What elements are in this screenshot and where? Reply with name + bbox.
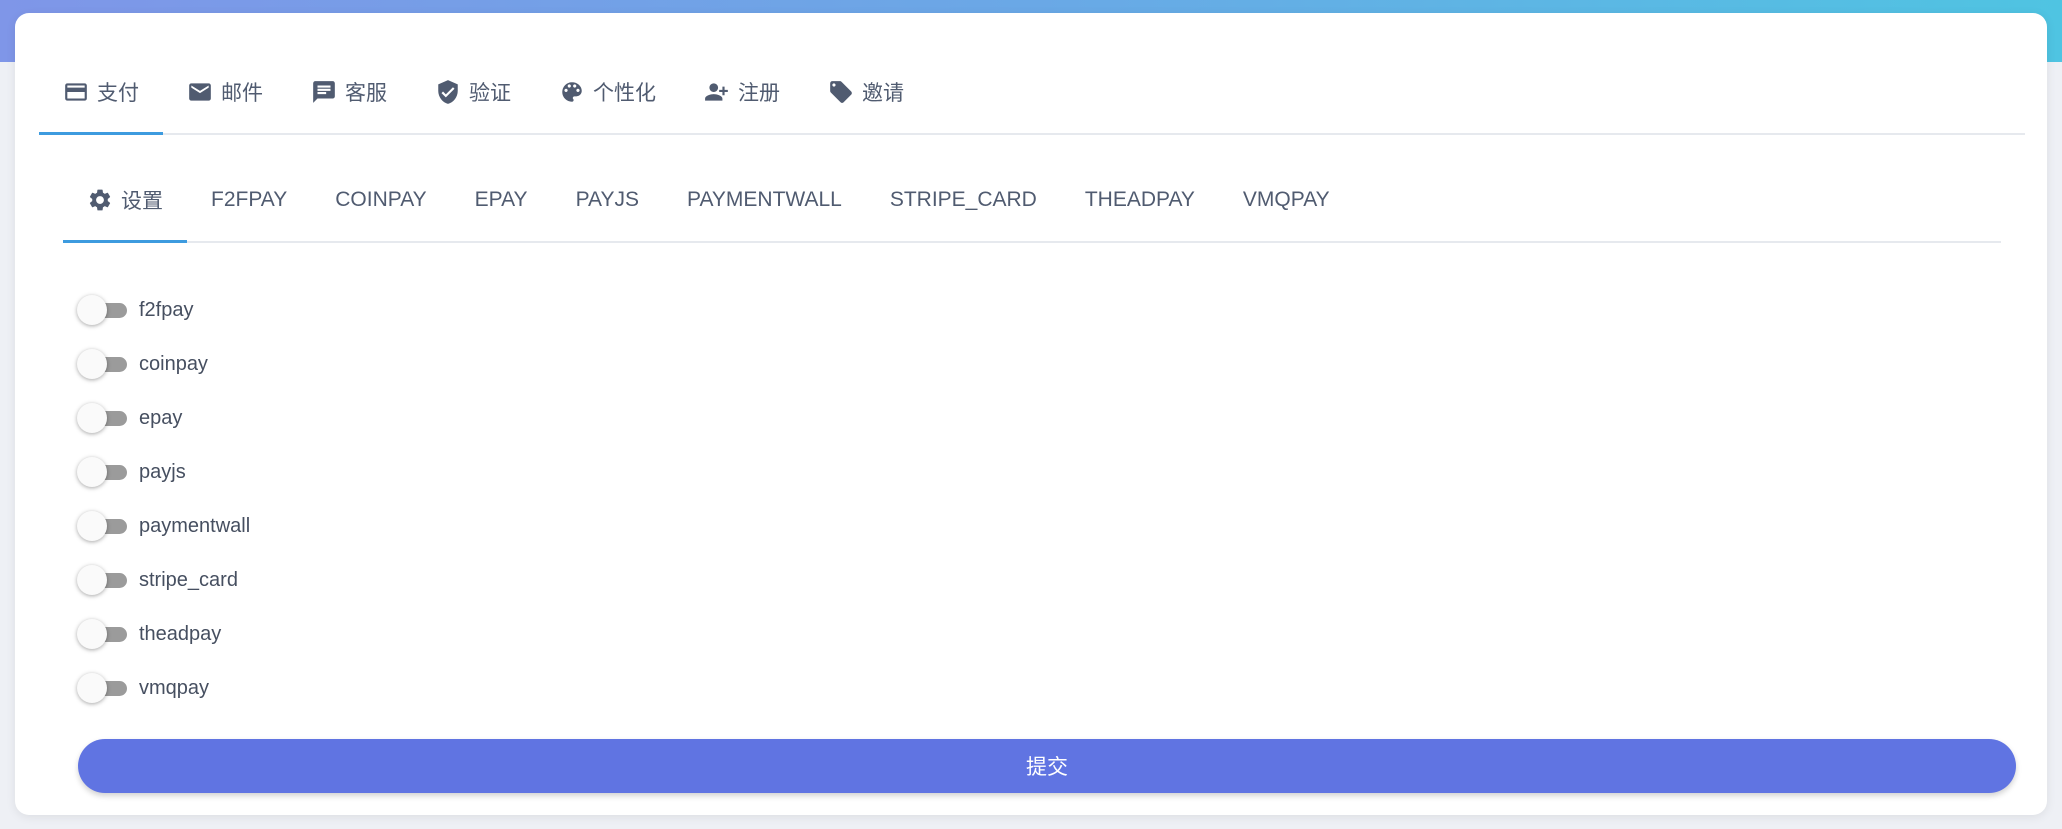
tab-label: 注册 [738,82,780,105]
toggle-knob [77,673,107,703]
subtab-label: 设置 [121,190,163,213]
toggle-knob [77,619,107,649]
subtab-stripe-card[interactable]: STRIPE_CARD [866,159,1061,241]
toggle-label: paymentwall [139,514,251,537]
toggle-knob [77,565,107,595]
toggle-label: payjs [139,460,186,483]
payment-sub-tab-bar: 设置 F2FPAY COINPAY EPAY PAYJS PAYMENTWALL… [63,159,2001,243]
tab-support[interactable]: 客服 [287,51,411,133]
shield-check-icon [435,79,461,105]
toggle-knob [77,349,107,379]
tab-label: 支付 [97,82,139,105]
toggle-label: f2fpay [139,298,194,321]
tag-icon [828,79,854,105]
chat-icon [311,79,337,105]
toggle-row-theadpay: theadpay [77,607,250,661]
gear-icon [87,187,113,213]
toggle-row-paymentwall: paymentwall [77,499,250,553]
tab-mail[interactable]: 邮件 [163,51,287,133]
theadpay-toggle[interactable] [77,619,127,649]
toggle-knob [77,457,107,487]
toggle-knob [77,511,107,541]
toggle-row-payjs: payjs [77,445,250,499]
subtab-settings[interactable]: 设置 [63,159,187,243]
toggle-row-stripe-card: stripe_card [77,553,250,607]
tab-invite[interactable]: 邀请 [804,51,928,133]
coinpay-toggle[interactable] [77,349,127,379]
submit-button[interactable]: 提交 [78,739,2016,793]
toggle-label: coinpay [139,352,208,375]
tab-label: 客服 [345,82,387,105]
subtab-label: VMQPAY [1242,188,1330,211]
toggle-label: epay [139,406,183,429]
toggle-label: theadpay [139,622,222,645]
toggle-row-epay: epay [77,391,250,445]
toggle-row-coinpay: coinpay [77,337,250,391]
subtab-epay[interactable]: EPAY [451,159,552,241]
toggle-label: vmqpay [139,676,210,699]
subtab-label: PAYMENTWALL [687,188,842,211]
palette-icon [559,79,585,105]
tab-payment[interactable]: 支付 [39,51,163,135]
toggle-row-f2fpay: f2fpay [77,283,250,337]
payjs-toggle[interactable] [77,457,127,487]
subtab-label: STRIPE_CARD [889,188,1037,211]
subtab-vmqpay[interactable]: VMQPAY [1219,159,1354,241]
toggle-row-vmqpay: vmqpay [77,661,250,715]
mail-icon [187,79,213,105]
subtab-coinpay[interactable]: COINPAY [311,159,450,241]
epay-toggle[interactable] [77,403,127,433]
tab-personalization[interactable]: 个性化 [535,51,680,133]
toggle-label: stripe_card [139,568,238,591]
subtab-payjs[interactable]: PAYJS [552,159,663,241]
tab-label: 个性化 [593,82,656,105]
f2fpay-toggle[interactable] [77,295,127,325]
tab-label: 邮件 [221,82,263,105]
subtab-theadpay[interactable]: THEADPAY [1061,159,1219,241]
paymentwall-toggle[interactable] [77,511,127,541]
toggle-knob [77,403,107,433]
tab-label: 验证 [469,82,511,105]
subtab-paymentwall[interactable]: PAYMENTWALL [663,159,866,241]
credit-card-icon [63,79,89,105]
subtab-f2fpay[interactable]: F2FPAY [187,159,311,241]
payment-toggle-list: f2fpay coinpay epay payjs paymentwall st… [77,283,250,715]
subtab-label: EPAY [474,188,528,211]
stripe-card-toggle[interactable] [77,565,127,595]
settings-card: 支付 邮件 客服 验证 个性化 注册 邀请 设置 F2FPAY COINPAY … [15,13,2047,815]
main-tab-bar: 支付 邮件 客服 验证 个性化 注册 邀请 [39,49,2025,135]
user-plus-icon [704,79,730,105]
subtab-label: THEADPAY [1084,188,1195,211]
toggle-knob [77,295,107,325]
vmqpay-toggle[interactable] [77,673,127,703]
subtab-label: COINPAY [335,188,427,211]
subtab-label: PAYJS [575,188,639,211]
tab-register[interactable]: 注册 [680,51,804,133]
tab-verification[interactable]: 验证 [411,51,535,133]
tab-label: 邀请 [862,82,904,105]
subtab-label: F2FPAY [211,188,288,211]
